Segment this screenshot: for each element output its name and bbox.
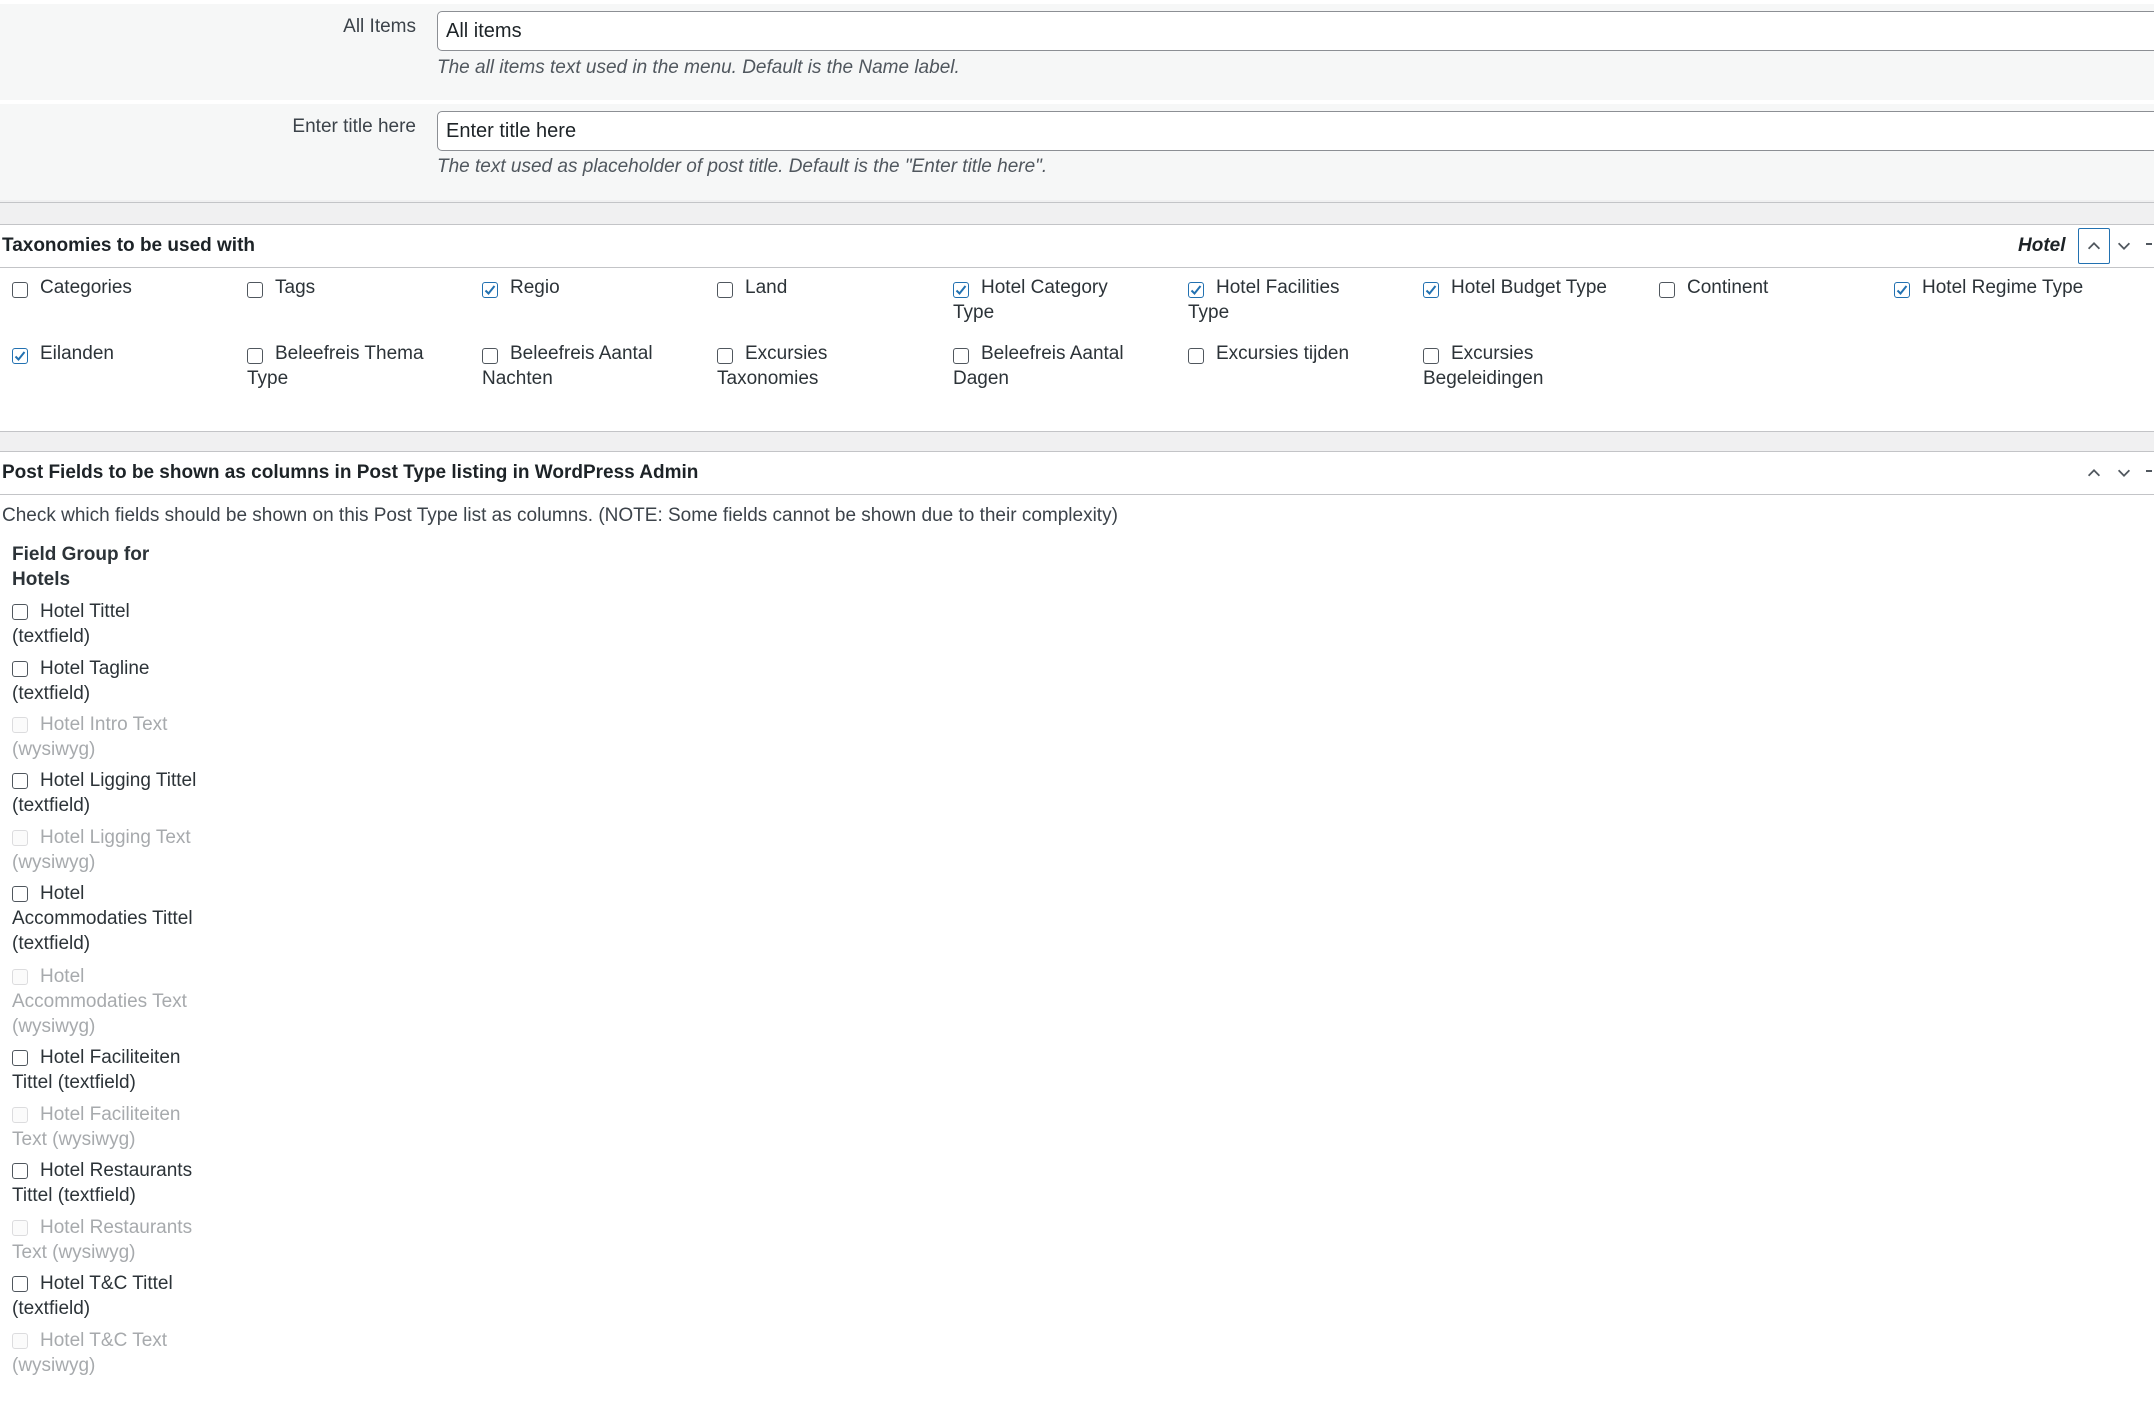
taxonomy-label-hotel-category-type: Hotel Category Type [953, 277, 1108, 323]
field-label-hotel-ligging-text-wysiwyg-: Hotel Ligging Text (wysiwyg) [12, 827, 191, 873]
taxonomy-label-excursies-tijden: Excursies tijden [1216, 343, 1350, 364]
post-type-name: Hotel [2018, 235, 2066, 256]
field-label-hotel-accommodaties-text-wysiwyg-: Hotel Accommodaties Text (wysiwyg) [12, 966, 187, 1037]
all-items-description: The all items text used in the menu. Def… [437, 57, 960, 78]
taxonomies-postbox: Taxonomies to be used with Hotel Categor… [0, 224, 2154, 432]
taxonomy-label-hotel-regime-type: Hotel Regime Type [1922, 277, 2084, 298]
all-items-input[interactable] [437, 11, 2154, 51]
taxonomy-label-excursies-begeleidingen: Excursies Begeleidingen [1423, 343, 1544, 389]
taxonomy-label-beleefreis-aantal-nachten: Beleefreis Aantal Nachten [482, 343, 653, 389]
field-label-hotel-tittel-textfield-: Hotel Tittel (textfield) [12, 601, 130, 647]
taxonomy-label-beleefreis-aantal-dagen: Beleefreis Aantal Dagen [953, 343, 1124, 389]
field-label-hotel-tagline-textfield-: Hotel Tagline (textfield) [12, 658, 150, 704]
taxonomy-label-land: Land [745, 277, 788, 298]
field-label-hotel-restaurants-text-wysiwyg-: Hotel Restaurants Text (wysiwyg) [12, 1217, 193, 1263]
field-label-hotel-ligging-tittel-textfield-: Hotel Ligging Tittel (textfield) [12, 770, 197, 816]
section-separator [0, 202, 2154, 225]
post-fields-note: Check which fields should be shown on th… [2, 505, 1118, 526]
toggle-panel-icon[interactable] [2146, 243, 2152, 245]
taxonomy-label-categories: Categories [40, 277, 132, 298]
enter-title-label: Enter title here [292, 116, 416, 137]
taxonomy-label-tags: Tags [275, 277, 316, 298]
field-label-hotel-intro-text-wysiwyg-: Hotel Intro Text (wysiwyg) [12, 714, 168, 760]
post-fields-postbox: Post Fields to be shown as columns in Po… [0, 451, 2154, 1412]
field-label-hotel-t-c-text-wysiwyg-: Hotel T&C Text (wysiwyg) [12, 1330, 168, 1376]
taxonomy-label-eilanden: Eilanden [40, 343, 114, 364]
post-fields-header: Post Fields to be shown as columns in Po… [0, 452, 2154, 495]
taxonomy-label-hotel-facilities-type: Hotel Facilities Type [1188, 277, 1340, 323]
toggle-panel-icon[interactable] [2146, 470, 2152, 472]
move-down-button-2[interactable] [2108, 455, 2140, 491]
move-down-button[interactable] [2108, 228, 2140, 264]
chevron-down-icon [2117, 242, 2131, 250]
enter-title-input[interactable] [437, 111, 2154, 151]
move-up-button[interactable] [2078, 228, 2110, 264]
field-label-hotel-restaurants-tittel-textfield-: Hotel Restaurants Tittel (textfield) [12, 1160, 193, 1206]
chevron-down-icon [2117, 469, 2131, 477]
field-label-hotel-faciliteiten-tittel-textfield-: Hotel Faciliteiten Tittel (textfield) [12, 1047, 181, 1093]
post-fields-title: Post Fields to be shown as columns in Po… [2, 462, 699, 483]
field-group-title: Field Group for Hotels [12, 544, 150, 590]
field-label-hotel-faciliteiten-text-wysiwyg-: Hotel Faciliteiten Text (wysiwyg) [12, 1104, 181, 1150]
taxonomies-title: Taxonomies to be used with [2, 235, 256, 256]
chevron-up-icon [2087, 469, 2101, 477]
taxonomy-label-beleefreis-thema-type: Beleefreis Thema Type [247, 343, 424, 389]
section-separator-2 [0, 431, 2154, 452]
taxonomy-label-hotel-budget-type: Hotel Budget Type [1451, 277, 1607, 298]
all-items-label: All Items [343, 16, 416, 37]
field-label-hotel-t-c-tittel-textfield-: Hotel T&C Tittel (textfield) [12, 1273, 173, 1319]
field-label-hotel-accommodaties-tittel-textfield-: Hotel Accommodaties Tittel (textfield) [12, 883, 193, 954]
move-up-button-2[interactable] [2078, 455, 2110, 491]
enter-title-description: The text used as placeholder of post tit… [437, 156, 1048, 177]
taxonomy-label-regio: Regio [510, 277, 560, 298]
chevron-up-icon [2087, 242, 2101, 250]
taxonomy-label-excursies-taxonomies: Excursies Taxonomies [717, 343, 828, 389]
taxonomy-label-continent: Continent [1687, 277, 1769, 298]
taxonomies-header: Taxonomies to be used with Hotel [0, 225, 2154, 268]
